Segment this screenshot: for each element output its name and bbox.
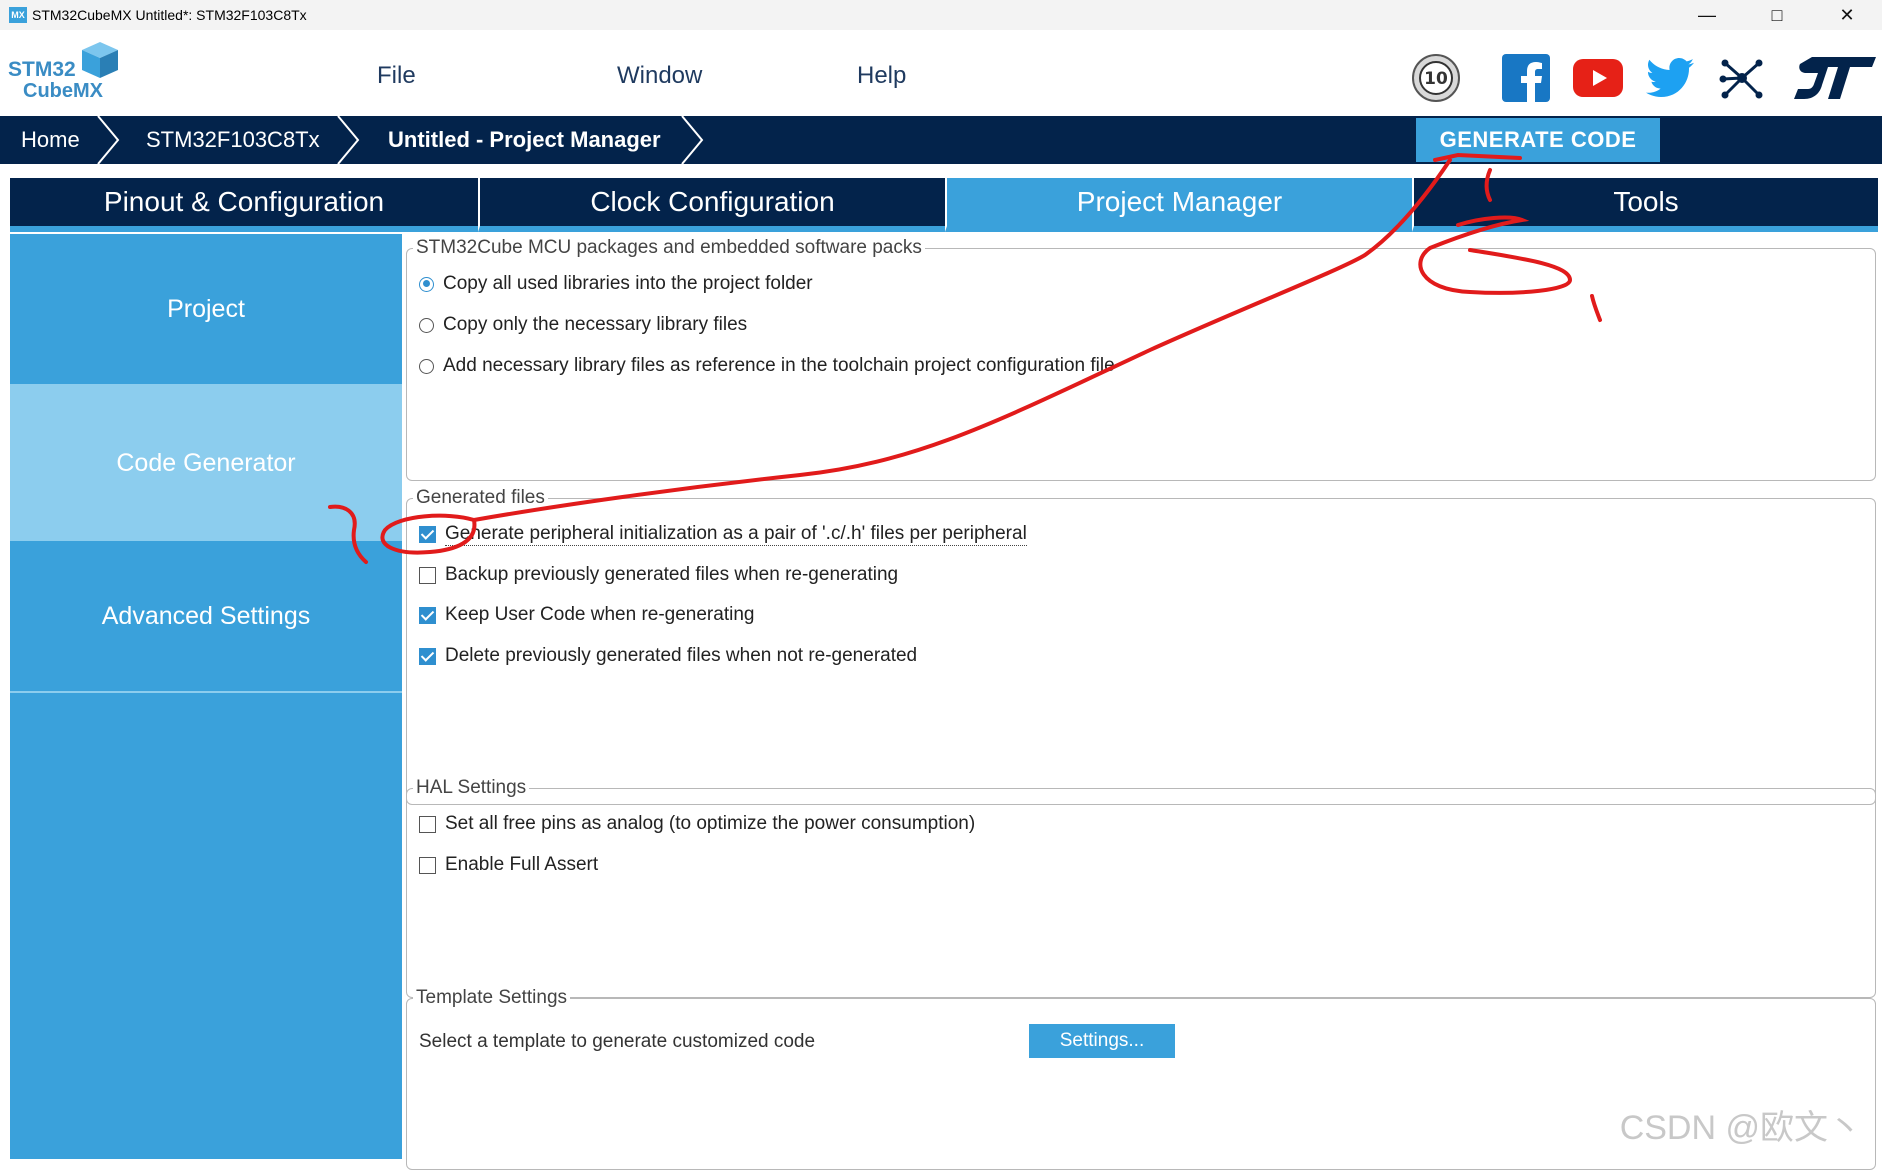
logo-text-cubemx: CubeMX xyxy=(23,80,103,102)
twitter-icon[interactable] xyxy=(1644,52,1696,104)
checkbox-unchecked[interactable] xyxy=(419,566,436,584)
sidebar-divider xyxy=(10,691,402,693)
template-settings-button[interactable]: Settings... xyxy=(1029,1024,1175,1058)
radio-indicator[interactable] xyxy=(419,317,434,333)
checkbox-unchecked[interactable] xyxy=(419,856,436,874)
st-logo-icon[interactable] xyxy=(1790,52,1880,104)
menu-bar: STM32 CubeMX File Window Help 10 xyxy=(0,30,1882,116)
checkbox-checked[interactable] xyxy=(419,647,436,665)
template-label: Select a template to generate customized… xyxy=(419,1031,816,1052)
packages-group: STM32Cube MCU packages and embedded soft… xyxy=(406,237,1876,481)
csdn-watermark: CSDN @欧文丶 xyxy=(1619,1109,1862,1147)
option-label: Generate peripheral initialization as a … xyxy=(445,523,1027,546)
anniversary-10-badge-icon[interactable]: 10 xyxy=(1410,52,1462,104)
checkbox-unchecked[interactable] xyxy=(419,815,436,833)
checkbox-checked[interactable] xyxy=(419,526,436,543)
checkbox-backup-files[interactable]: Backup previously generated files when r… xyxy=(419,564,898,586)
hal-settings-group-title: HAL Settings xyxy=(413,777,530,799)
radio-copy-all-libraries[interactable]: Copy all used libraries into the project… xyxy=(419,273,813,295)
template-settings-group-title: Template Settings xyxy=(413,987,571,1009)
code-generator-panel: STM32Cube MCU packages and embedded soft… xyxy=(402,234,1882,1170)
breadcrumb-current: Untitled - Project Manager xyxy=(388,127,661,152)
tab-pinout-configuration[interactable]: Pinout & Configuration xyxy=(10,178,478,232)
option-label: Copy all used libraries into the project… xyxy=(443,273,813,294)
option-label: Enable Full Assert xyxy=(445,854,599,875)
window-title: STM32CubeMX Untitled*: STM32F103C8Tx xyxy=(32,7,307,23)
close-button[interactable]: ✕ xyxy=(1812,0,1882,30)
menu-window[interactable]: Window xyxy=(617,62,702,90)
sidebar-item-advanced-settings[interactable]: Advanced Settings xyxy=(10,541,402,691)
checkbox-checked[interactable] xyxy=(419,606,436,624)
option-label: Add necessary library files as reference… xyxy=(443,355,1115,376)
checkbox-enable-full-assert[interactable]: Enable Full Assert xyxy=(419,854,598,876)
window-title-bar: MX STM32CubeMX Untitled*: STM32F103C8Tx … xyxy=(0,0,1882,30)
option-label: Keep User Code when re-generating xyxy=(445,604,755,625)
app-icon: MX xyxy=(9,7,27,23)
facebook-icon[interactable] xyxy=(1500,52,1552,104)
radio-selected-indicator[interactable] xyxy=(419,276,434,292)
generated-files-group-title: Generated files xyxy=(413,487,548,509)
radio-copy-necessary-libraries[interactable]: Copy only the necessary library files xyxy=(419,314,747,336)
youtube-icon[interactable] xyxy=(1572,52,1624,104)
tab-project-manager[interactable]: Project Manager xyxy=(945,178,1412,232)
maximize-button[interactable]: □ xyxy=(1742,0,1812,30)
hal-settings-group: HAL Settings Set all free pins as analog… xyxy=(406,777,1876,998)
option-label: Set all free pins as analog (to optimize… xyxy=(445,813,976,834)
breadcrumb-mcu[interactable]: STM32F103C8Tx xyxy=(146,116,320,164)
radio-add-library-reference[interactable]: Add necessary library files as reference… xyxy=(419,355,1115,377)
radio-indicator[interactable] xyxy=(419,358,434,374)
stm32cubemx-logo: STM32 CubeMX xyxy=(8,40,118,102)
generate-code-button[interactable]: GENERATE CODE xyxy=(1416,118,1660,162)
badge-number: 10 xyxy=(1424,69,1448,89)
network-icon[interactable] xyxy=(1716,52,1768,104)
checkbox-keep-user-code[interactable]: Keep User Code when re-generating xyxy=(419,604,754,626)
option-label: Copy only the necessary library files xyxy=(443,314,748,335)
sidebar: Project Code Generator Advanced Settings xyxy=(10,234,402,1159)
menu-help[interactable]: Help xyxy=(857,62,906,90)
sidebar-item-project[interactable]: Project xyxy=(10,234,402,384)
logo-text-stm32: STM32 xyxy=(8,58,76,81)
main-tabs: Pinout & Configuration Clock Configurati… xyxy=(10,178,1878,232)
checkbox-generate-peripheral-init[interactable]: Generate peripheral initialization as a … xyxy=(419,523,1027,546)
menu-file[interactable]: File xyxy=(377,62,416,90)
chevron-right-icon xyxy=(337,116,360,164)
generated-files-group: Generated files Generate peripheral init… xyxy=(406,487,1876,805)
chevron-right-icon xyxy=(681,116,704,164)
cube-icon xyxy=(82,42,118,78)
tab-clock-configuration[interactable]: Clock Configuration xyxy=(478,178,945,232)
option-label: Delete previously generated files when n… xyxy=(445,645,918,666)
checkbox-free-pins-analog[interactable]: Set all free pins as analog (to optimize… xyxy=(419,813,975,835)
breadcrumb-home[interactable]: Home xyxy=(21,116,80,164)
chevron-right-icon xyxy=(97,116,120,164)
sidebar-item-code-generator[interactable]: Code Generator xyxy=(10,386,402,541)
minimize-button[interactable]: — xyxy=(1672,0,1742,30)
packages-group-title: STM32Cube MCU packages and embedded soft… xyxy=(413,237,925,259)
tab-tools[interactable]: Tools xyxy=(1412,178,1878,232)
option-label: Backup previously generated files when r… xyxy=(445,564,899,585)
checkbox-delete-previous-files[interactable]: Delete previously generated files when n… xyxy=(419,645,917,667)
